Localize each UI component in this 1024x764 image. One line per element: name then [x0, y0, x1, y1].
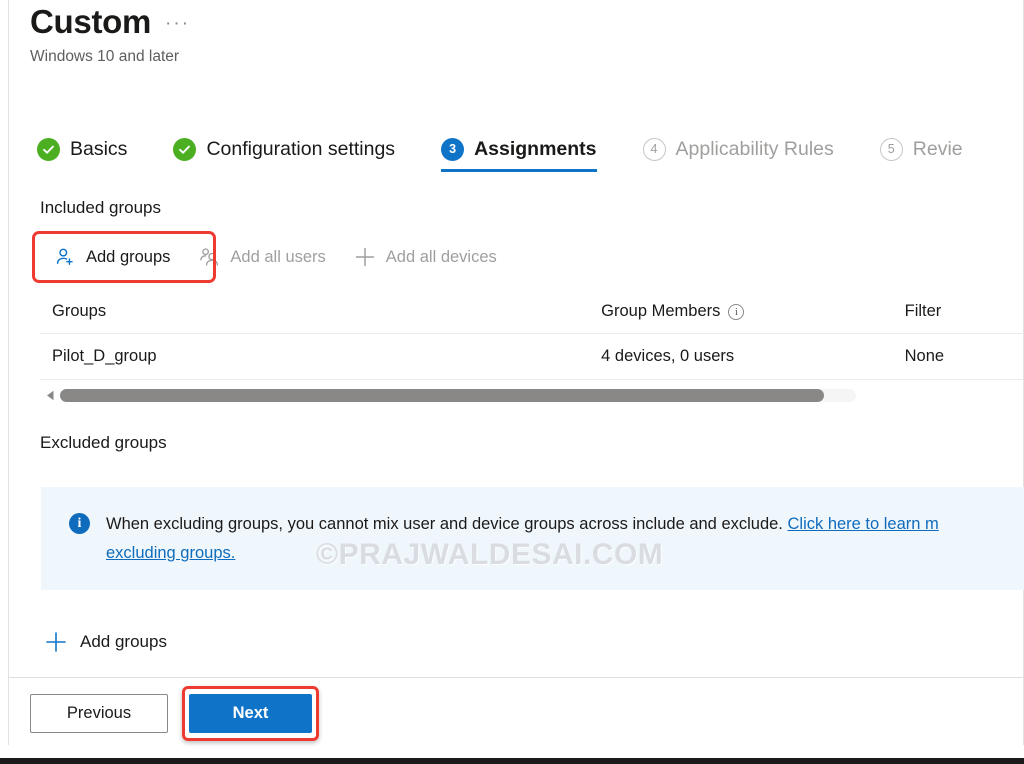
- excluded-add-groups-label: Add groups: [80, 632, 167, 651]
- cell-group-name: Pilot_D_group: [52, 347, 157, 365]
- tab-review-create-label: Revie: [912, 138, 963, 160]
- table-header-row: Groups Group Members i Filter: [40, 290, 1024, 334]
- column-header-group-members-label: Group Members: [601, 302, 721, 320]
- next-button[interactable]: Next: [189, 694, 312, 733]
- tab-applicability-rules[interactable]: 4 Applicability Rules: [621, 126, 858, 172]
- add-all-devices-button[interactable]: Add all devices: [340, 238, 511, 276]
- excluded-add-groups-button[interactable]: Add groups: [44, 624, 167, 660]
- page-header: Custom ··· Windows 10 and later: [30, 2, 990, 67]
- active-tab-underline: [441, 169, 597, 172]
- page-subtitle: Windows 10 and later: [30, 48, 180, 65]
- previous-button[interactable]: Previous: [30, 694, 168, 733]
- group-members-info-icon[interactable]: i: [728, 303, 745, 320]
- review-step-number-badge: 5: [879, 137, 903, 161]
- column-header-groups: Groups: [52, 302, 107, 320]
- table-horizontal-scrollbar[interactable]: [44, 387, 856, 404]
- add-groups-label: Add groups: [86, 247, 171, 266]
- add-all-devices-label: Add all devices: [385, 247, 497, 266]
- plus-icon: [44, 630, 68, 654]
- learn-more-link[interactable]: Click here to learn m: [787, 515, 938, 533]
- basics-completed-check-icon: [37, 137, 60, 161]
- tab-configuration-settings-label: Configuration settings: [206, 138, 396, 160]
- tab-applicability-rules-label: Applicability Rules: [675, 138, 834, 160]
- excluded-groups-heading: Excluded groups: [40, 433, 167, 452]
- assignments-step-number-badge: 3: [441, 137, 465, 161]
- tab-assignments-label: Assignments: [474, 138, 597, 160]
- tab-review-create[interactable]: 5 Revie: [858, 126, 987, 172]
- learn-more-link-continued[interactable]: excluding groups.: [106, 544, 235, 562]
- configuration-settings-completed-check-icon: [173, 137, 197, 161]
- included-groups-table: Groups Group Members i Filter Pilot_D_gr…: [40, 290, 1024, 380]
- cell-filter: None: [904, 347, 945, 365]
- tab-basics[interactable]: Basics: [37, 126, 151, 172]
- table-row[interactable]: Pilot_D_group 4 devices, 0 users None: [40, 334, 1024, 380]
- tab-assignments[interactable]: 3 Assignments: [419, 126, 620, 172]
- intune-custom-profile-assignments-page: Custom ··· Windows 10 and later Basics C…: [0, 0, 1024, 764]
- add-user-icon: [54, 246, 76, 268]
- scroll-left-arrow-icon[interactable]: [44, 387, 56, 404]
- banner-message: When excluding groups, you cannot mix us…: [106, 515, 788, 533]
- scrollbar-track[interactable]: [60, 389, 856, 402]
- excluded-groups-info-banner: i When excluding groups, you cannot mix …: [41, 487, 1024, 590]
- title-row: Custom ···: [30, 2, 990, 42]
- info-icon: i: [69, 513, 90, 534]
- add-all-users-button[interactable]: Add all users: [184, 238, 339, 276]
- cell-group-members: 4 devices, 0 users: [601, 347, 735, 365]
- more-options-icon[interactable]: ···: [165, 14, 190, 34]
- tab-basics-label: Basics: [70, 138, 128, 160]
- column-header-filter: Filter: [904, 302, 942, 320]
- plus-icon: [354, 246, 376, 268]
- included-groups-command-bar: Add groups Add all users Add all devices: [40, 238, 511, 276]
- footer-divider: [9, 677, 1023, 678]
- banner-text: When excluding groups, you cannot mix us…: [106, 510, 939, 568]
- column-header-group-members: Group Members i: [601, 302, 904, 321]
- page-title: Custom: [30, 3, 152, 40]
- add-all-users-label: Add all users: [230, 247, 326, 266]
- wizard-tabs: Basics Configuration settings 3 Assignme…: [37, 126, 987, 172]
- users-icon: [198, 246, 220, 268]
- page-bottom-border: [0, 758, 1024, 764]
- applicability-rules-step-number-badge: 4: [642, 137, 666, 161]
- add-groups-button[interactable]: Add groups: [40, 238, 184, 276]
- scrollbar-thumb[interactable]: [60, 389, 825, 402]
- included-groups-heading: Included groups: [40, 198, 161, 217]
- tab-configuration-settings[interactable]: Configuration settings: [151, 126, 419, 172]
- page-left-border: [8, 0, 9, 745]
